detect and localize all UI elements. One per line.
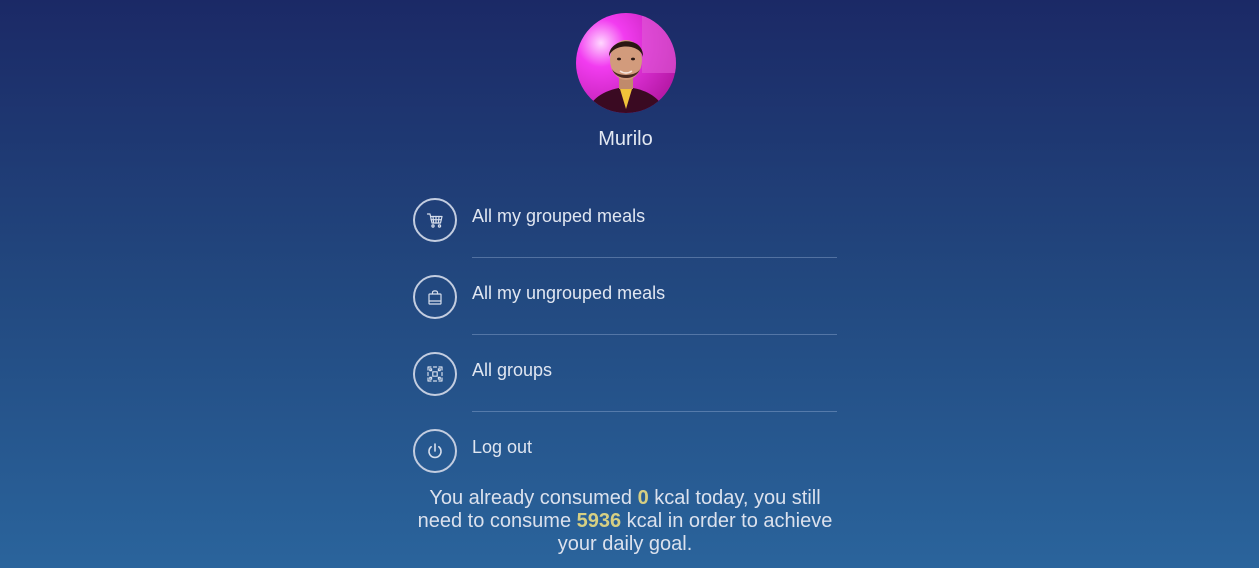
menu-item-label: All my ungrouped meals — [472, 283, 666, 303]
menu-item-log-out[interactable]: Log out — [413, 412, 837, 489]
daily-calorie-summary: You already consumed 0 kcal today, you s… — [413, 487, 837, 556]
user-name: Murilo — [598, 128, 653, 150]
summary-text-1: You already consumed — [429, 487, 638, 509]
remaining-kcal-value: 5936 — [576, 510, 622, 532]
shopping-bag-icon — [413, 275, 457, 319]
menu-item-all-groups[interactable]: All groups — [413, 335, 837, 412]
power-icon — [413, 429, 457, 473]
grid-icon — [413, 352, 457, 396]
menu-item-label: All my grouped meals — [472, 206, 646, 226]
profile-section: Murilo — [0, 13, 1251, 151]
consumed-kcal-value: 0 — [637, 487, 649, 509]
menu-item-label: All groups — [472, 360, 553, 380]
shopping-cart-icon — [413, 198, 457, 242]
menu-item-label: Log out — [472, 437, 533, 457]
main-menu: All my grouped meals All my ungrouped me… — [413, 181, 837, 489]
menu-item-grouped-meals[interactable]: All my grouped meals — [413, 181, 837, 258]
avatar[interactable] — [575, 13, 676, 113]
menu-item-ungrouped-meals[interactable]: All my ungrouped meals — [413, 258, 837, 335]
